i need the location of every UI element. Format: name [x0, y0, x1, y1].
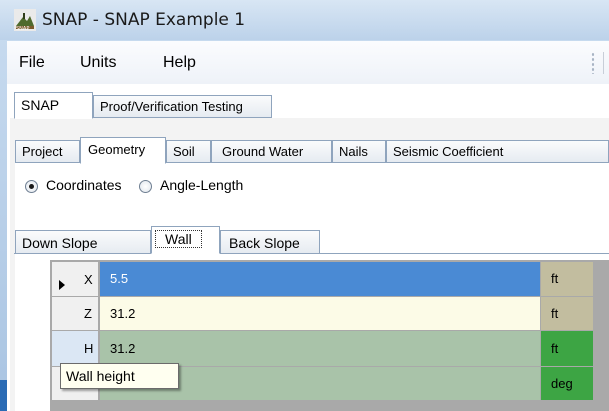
row-label-h: H — [84, 341, 94, 356]
grid-empty-area — [52, 401, 609, 411]
tab-wall-label: Wall — [155, 230, 202, 248]
tab-nails[interactable]: Nails — [332, 140, 386, 163]
tab-back-slope[interactable]: Back Slope — [220, 230, 320, 254]
value-cell-h[interactable]: 31.2 — [100, 331, 540, 366]
value-cell-x[interactable]: 5.5 — [100, 262, 540, 296]
wall-height-tooltip: Wall height — [60, 363, 179, 389]
menu-divider — [603, 52, 604, 74]
window-left-edge — [0, 380, 7, 411]
unit-cell-h[interactable]: ft — [541, 331, 593, 366]
tab-seismic-coefficient[interactable]: Seismic Coefficient — [386, 140, 609, 163]
radio-selected-dot-icon — [29, 184, 34, 189]
current-row-arrow-icon — [59, 280, 65, 290]
row-label-x: X — [84, 272, 93, 287]
coordinates-label[interactable]: Coordinates — [46, 177, 122, 193]
toolbar-grip-icon[interactable] — [591, 52, 595, 74]
snap-logo-icon: SNAP — [14, 9, 36, 32]
tab-soil[interactable]: Soil — [166, 140, 211, 163]
menu-units[interactable]: Units — [80, 54, 116, 72]
tab-ground-water[interactable]: Ground Water — [211, 140, 332, 163]
unit-cell-angle[interactable]: deg — [541, 367, 593, 400]
tab-wall[interactable]: Wall — [151, 226, 220, 254]
tab-proof-verification-testing[interactable]: Proof/Verification Testing — [93, 95, 272, 118]
tab-project[interactable]: Project — [15, 140, 80, 163]
value-cell-z[interactable]: 31.2 — [100, 297, 540, 330]
grid-right-gap — [593, 262, 609, 401]
angle-length-radio[interactable] — [139, 180, 152, 193]
angle-length-label[interactable]: Angle-Length — [160, 177, 243, 193]
svg-text:SNAP: SNAP — [16, 26, 29, 31]
unit-cell-x[interactable]: ft — [541, 262, 593, 296]
menu-help[interactable]: Help — [163, 54, 196, 72]
window-title: SNAP - SNAP Example 1 — [42, 10, 246, 30]
menu-file[interactable]: File — [19, 54, 45, 72]
unit-cell-z[interactable]: ft — [541, 297, 593, 330]
row-label-z: Z — [84, 306, 92, 321]
tab-snap[interactable]: SNAP — [14, 92, 93, 119]
tab-down-slope[interactable]: Down Slope — [15, 230, 151, 254]
coordinates-radio[interactable] — [25, 180, 38, 193]
tab-geometry[interactable]: Geometry — [80, 137, 166, 164]
